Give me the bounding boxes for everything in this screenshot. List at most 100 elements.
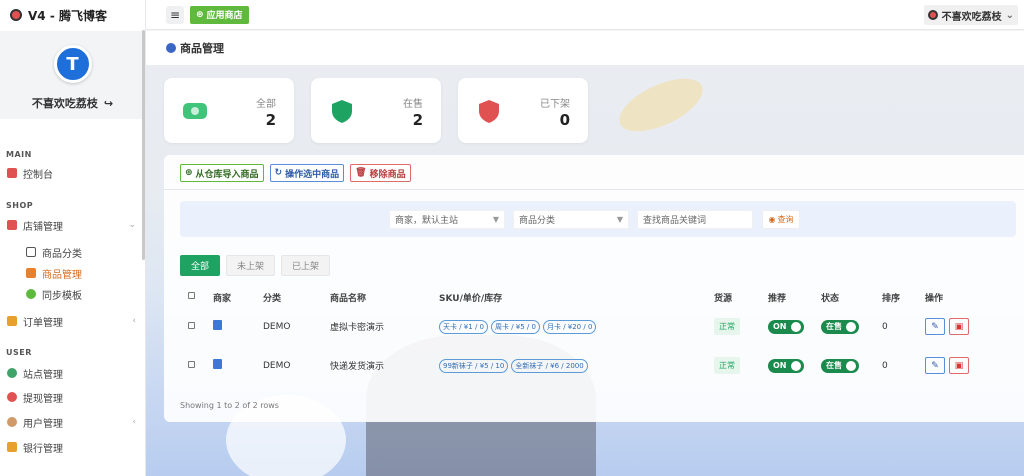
action-toolbar: ⊕ 从仓库导入商品 ↻ 操作选中商品 🗑 移除商品 — [180, 164, 411, 182]
sidebar-item-label: 提现管理 — [23, 393, 63, 405]
recommend-toggle[interactable]: ON — [768, 358, 804, 373]
toggle-label: ON — [773, 361, 787, 370]
keyword-input[interactable]: 查找商品关键词 — [637, 210, 753, 229]
sidebar-item-label: 用户管理 — [23, 418, 63, 430]
product-table: 商家 分类 商品名称 SKU/单价/库存 货源 推荐 状态 排序 操作 DEMO… — [180, 287, 995, 385]
sidebar-item-dashboard[interactable]: 控制台 — [0, 163, 145, 183]
chevron-down-icon: ⌄ — [1005, 9, 1014, 21]
stat-label: 全部 — [256, 99, 276, 110]
operate-selected-button[interactable]: ↻ 操作选中商品 — [269, 164, 345, 182]
status-toggle[interactable]: 在售 — [821, 319, 859, 334]
col-source[interactable]: 货源 — [714, 287, 768, 307]
hamburger-icon: ≡ — [169, 7, 181, 22]
stat-value: 2 — [265, 111, 276, 129]
select-all-checkbox[interactable] — [188, 292, 195, 299]
withdraw-icon — [7, 392, 17, 402]
remove-product-button[interactable]: 🗑 移除商品 — [350, 164, 411, 182]
sidebar-item-label: 订单管理 — [23, 317, 63, 329]
section-shop: SHOP — [6, 201, 34, 210]
page-header: 商品管理 — [146, 31, 1024, 65]
category-select-placeholder: 商品分类 — [519, 216, 556, 226]
cell-sort: 0 — [882, 360, 888, 371]
app-store-label: 应用商店 — [206, 11, 243, 21]
user-avatar-icon — [927, 10, 938, 20]
site-icon — [7, 368, 17, 378]
divider — [164, 189, 1024, 190]
category-select[interactable]: 商品分类 ▼ — [513, 210, 629, 229]
cell-category: DEMO — [263, 360, 291, 371]
merchant-icon — [213, 320, 222, 330]
sidebar-item-bank[interactable]: 银行管理 — [0, 437, 145, 457]
merchant-select[interactable]: 商家，默认主站 ▼ — [389, 210, 505, 229]
delete-button[interactable]: ▣ — [949, 357, 969, 374]
col-sku[interactable]: SKU/单价/库存 — [439, 287, 714, 307]
section-user: USER — [6, 348, 32, 357]
status-toggle[interactable]: 在售 — [821, 358, 859, 373]
col-sort[interactable]: 排序 — [882, 287, 925, 307]
toggle-label: ON — [773, 322, 787, 331]
recommend-toggle[interactable]: ON — [768, 319, 804, 334]
col-status[interactable]: 状态 — [821, 287, 882, 307]
user-menu-name: 不喜欢吃荔枝 — [941, 11, 1002, 23]
profile-name-label: 不喜欢吃荔枝 — [31, 97, 98, 110]
sidebar-item-store[interactable]: 店铺管理 ⌄ — [0, 215, 145, 235]
bank-icon — [7, 442, 17, 452]
sku-tag: 天卡 / ¥1 / 0 — [439, 319, 488, 334]
menu-toggle-button[interactable]: ≡ — [166, 5, 184, 24]
logout-icon[interactable]: ↪ — [104, 97, 113, 110]
query-button[interactable]: ◉ 查询 — [762, 210, 800, 229]
col-name[interactable]: 商品名称 — [330, 287, 439, 307]
col-merchant[interactable]: 商家 — [213, 287, 263, 307]
dashboard-icon — [7, 168, 17, 178]
button-label: 移除商品 — [369, 169, 406, 180]
sidebar-item-withdraw[interactable]: 提现管理 — [0, 387, 145, 407]
tab-not-listed[interactable]: 未上架 — [226, 255, 276, 276]
sidebar-item-products[interactable]: 商品管理 — [0, 263, 145, 283]
chevron-down-icon: ▼ — [616, 215, 623, 224]
keyword-input-placeholder: 查找商品关键词 — [643, 216, 707, 226]
stat-value: 2 — [412, 111, 423, 129]
tab-listed[interactable]: 已上架 — [281, 255, 331, 276]
cell-category: DEMO — [263, 321, 291, 332]
topbar: ≡ ⊛ 应用商店 不喜欢吃荔枝 ⌄ — [146, 0, 1024, 30]
cell-name: 快递发货演示 — [330, 362, 385, 372]
toggle-label: 在售 — [826, 361, 842, 370]
row-checkbox[interactable] — [188, 321, 195, 329]
sidebar-item-sites[interactable]: 站点管理 — [0, 363, 145, 383]
sidebar-item-label: 店铺管理 — [23, 221, 63, 233]
grid-icon — [26, 247, 36, 257]
cell-sku: 99新袜子 / ¥5 / 10 全新袜子 / ¥6 / 2000 — [439, 346, 714, 385]
avatar[interactable]: T — [53, 45, 92, 83]
sidebar-item-category[interactable]: 商品分类 — [0, 242, 145, 262]
app-store-button[interactable]: ⊛ 应用商店 — [190, 5, 249, 24]
source-badge: 正常 — [714, 357, 740, 374]
box-icon — [26, 268, 36, 278]
col-category[interactable]: 分类 — [263, 287, 330, 307]
import-from-warehouse-button[interactable]: ⊕ 从仓库导入商品 — [180, 164, 264, 182]
row-checkbox[interactable] — [188, 360, 195, 368]
sidebar-item-label: 控制台 — [23, 169, 53, 181]
chevron-left-icon: ‹ — [132, 316, 136, 326]
col-recommend[interactable]: 推荐 — [768, 287, 821, 307]
brand[interactable]: V4 - 腾飞博客 — [0, 0, 145, 30]
tab-all[interactable]: 全部 — [180, 255, 221, 276]
profile-name[interactable]: 不喜欢吃荔枝 ↪ — [32, 95, 113, 111]
col-actions: 操作 — [925, 293, 944, 304]
delete-button[interactable]: ▣ — [949, 318, 969, 335]
trash-icon: 🗑 — [355, 168, 367, 178]
user-menu[interactable]: 不喜欢吃荔枝 ⌄ — [923, 5, 1018, 25]
stat-card-off-shelf: 已下架 0 — [458, 78, 588, 143]
table-row: DEMO 虚拟卡密演示 天卡 / ¥1 / 0 周卡 / ¥5 / 0 月卡 / ¥… — [180, 307, 995, 346]
sidebar-item-label: 商品管理 — [42, 269, 82, 281]
page-title: 商品管理 — [180, 42, 224, 55]
sidebar-item-users[interactable]: 用户管理 ‹ — [0, 412, 145, 432]
sidebar-scrollbar[interactable] — [142, 30, 145, 260]
edit-button[interactable]: ✎ — [925, 357, 945, 374]
edit-button[interactable]: ✎ — [925, 318, 945, 335]
edit-icon: ✎ — [931, 360, 939, 371]
sidebar-item-label: 商品分类 — [42, 248, 82, 260]
sidebar-item-orders[interactable]: 订单管理 ‹ — [0, 311, 145, 331]
merchant-icon — [213, 359, 222, 369]
sidebar-item-sync-template[interactable]: 同步模板 — [0, 284, 145, 304]
sku-tag: 周卡 / ¥5 / 0 — [490, 319, 540, 334]
